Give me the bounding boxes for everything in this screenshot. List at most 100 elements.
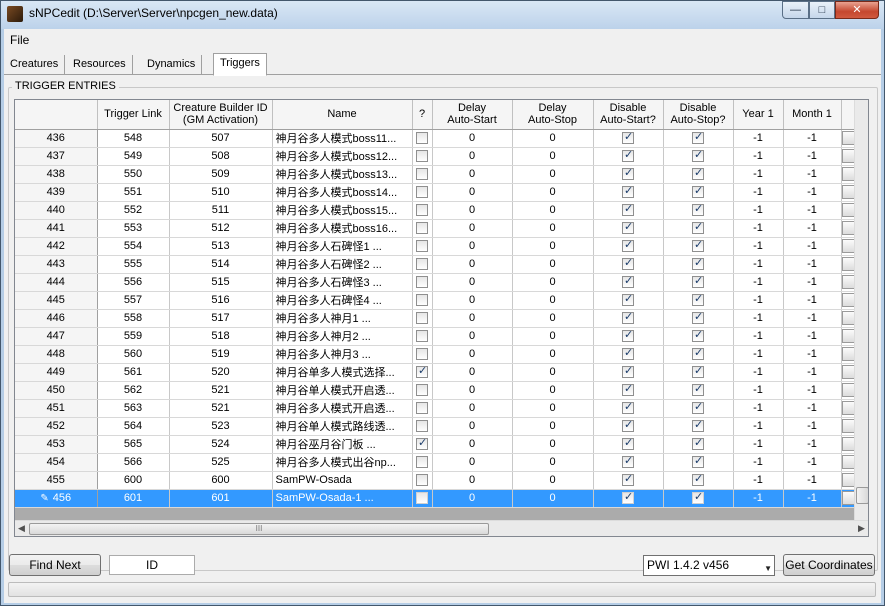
cell-month-1[interactable]: -1 [783,201,842,220]
cell-delay-auto-stop[interactable]: 0 [512,309,594,328]
cell-month-1[interactable]: -1 [783,147,842,166]
cell-disable-auto-start[interactable] [593,129,664,148]
col-month-1[interactable]: Month 1 [783,100,842,130]
cell-delay-auto-start[interactable]: 0 [432,219,513,238]
cell-delay-auto-start[interactable]: 0 [432,435,513,454]
get-coordinates-button[interactable]: Get Coordinates [783,554,875,576]
cell-disable-auto-start[interactable] [593,273,664,292]
cell-builder-id[interactable]: 600 [169,471,273,490]
cell-builder-id[interactable]: 516 [169,291,273,310]
cell-question[interactable] [412,381,433,400]
scroll-left-arrow-icon[interactable]: ◀ [18,523,25,534]
tab-triggers[interactable]: Triggers [213,53,267,76]
checkbox[interactable] [416,436,428,451]
checkbox[interactable] [692,400,704,415]
cell-delay-auto-stop[interactable]: 0 [512,237,594,256]
cell-disable-auto-start[interactable] [593,453,664,472]
cell-delay-auto-start[interactable]: 0 [432,489,513,508]
cell-question[interactable] [412,309,433,328]
cell-trigger-link[interactable]: 560 [97,345,170,364]
row-header[interactable]: 447 [15,327,98,346]
cell-extra[interactable] [841,129,856,148]
checkbox[interactable] [692,202,704,217]
cell-name[interactable]: 神月谷多人模式boss16... [272,219,413,238]
horizontal-scroll-thumb[interactable]: III [29,523,489,535]
col-question[interactable]: ? [412,100,433,130]
cell-name[interactable]: 神月谷单人模式路线透... [272,417,413,436]
checkbox[interactable] [622,184,634,199]
cell-month-1[interactable]: -1 [783,291,842,310]
cell-question[interactable] [412,129,433,148]
table-row[interactable]: 449 561520神月谷单多人模式选择... 00 -1-1 [15,363,856,382]
cell-disable-auto-start[interactable] [593,399,664,418]
col-disable-auto-start[interactable]: Disable Auto-Start? [593,100,664,130]
cell-question[interactable] [412,417,433,436]
cell-extra[interactable] [841,237,856,256]
cell-delay-auto-stop[interactable]: 0 [512,345,594,364]
cell-year-1[interactable]: -1 [733,183,784,202]
checkbox[interactable] [622,346,634,361]
cell-name[interactable]: 神月谷多人神月1 ... [272,309,413,328]
row-header[interactable]: 449 [15,363,98,382]
cell-builder-id[interactable]: 519 [169,345,273,364]
cell-button[interactable] [842,221,854,235]
cell-builder-id[interactable]: 525 [169,453,273,472]
checkbox[interactable] [416,402,428,415]
cell-trigger-link[interactable]: 550 [97,165,170,184]
cell-month-1[interactable]: -1 [783,327,842,346]
checkbox[interactable] [622,382,634,397]
cell-name[interactable]: 神月谷多人模式出谷np... [272,453,413,472]
find-next-button[interactable]: Find Next [9,554,101,576]
cell-month-1[interactable]: -1 [783,417,842,436]
row-header[interactable]: 448 [15,345,98,364]
table-row[interactable]: 438 550509神月谷多人模式boss13... 00 -1-1 [15,165,856,184]
cell-delay-auto-start[interactable]: 0 [432,291,513,310]
cell-name[interactable]: 神月谷多人模式boss11... [272,129,413,148]
cell-question[interactable] [412,219,433,238]
cell-name[interactable]: 神月谷单多人模式选择... [272,363,413,382]
cell-trigger-link[interactable]: 564 [97,417,170,436]
checkbox[interactable] [622,274,634,289]
cell-month-1[interactable]: -1 [783,381,842,400]
cell-year-1[interactable]: -1 [733,129,784,148]
cell-question[interactable] [412,471,433,490]
cell-year-1[interactable]: -1 [733,345,784,364]
checkbox[interactable] [692,220,704,235]
horizontal-scrollbar[interactable]: ◀ III ▶ [15,520,868,536]
row-header[interactable]: 438 [15,165,98,184]
cell-button[interactable] [842,185,854,199]
checkbox[interactable] [416,240,428,253]
cell-delay-auto-stop[interactable]: 0 [512,471,594,490]
cell-button[interactable] [842,401,854,415]
cell-extra[interactable] [841,183,856,202]
cell-trigger-link[interactable]: 551 [97,183,170,202]
cell-disable-auto-stop[interactable] [663,327,734,346]
cell-builder-id[interactable]: 508 [169,147,273,166]
cell-month-1[interactable]: -1 [783,183,842,202]
checkbox[interactable] [416,276,428,289]
tab-creatures[interactable]: Creatures [4,55,66,75]
cell-delay-auto-start[interactable]: 0 [432,345,513,364]
cell-year-1[interactable]: -1 [733,327,784,346]
checkbox[interactable] [622,400,634,415]
row-header[interactable]: 440 [15,201,98,220]
checkbox[interactable] [622,454,634,469]
cell-trigger-link[interactable]: 557 [97,291,170,310]
minimize-button[interactable]: — [782,1,809,19]
cell-extra[interactable] [841,309,856,328]
cell-delay-auto-start[interactable]: 0 [432,471,513,490]
checkbox[interactable] [692,454,704,469]
checkbox[interactable] [416,258,428,271]
row-header[interactable]: 439 [15,183,98,202]
cell-disable-auto-stop[interactable] [663,381,734,400]
cell-trigger-link[interactable]: 555 [97,255,170,274]
cell-disable-auto-start[interactable] [593,201,664,220]
cell-disable-auto-stop[interactable] [663,345,734,364]
cell-question[interactable] [412,273,433,292]
cell-button[interactable] [842,257,854,271]
cell-delay-auto-stop[interactable]: 0 [512,327,594,346]
row-header[interactable]: 437 [15,147,98,166]
row-header[interactable]: 436 [15,129,98,148]
cell-year-1[interactable]: -1 [733,309,784,328]
cell-builder-id[interactable]: 601 [169,489,273,508]
